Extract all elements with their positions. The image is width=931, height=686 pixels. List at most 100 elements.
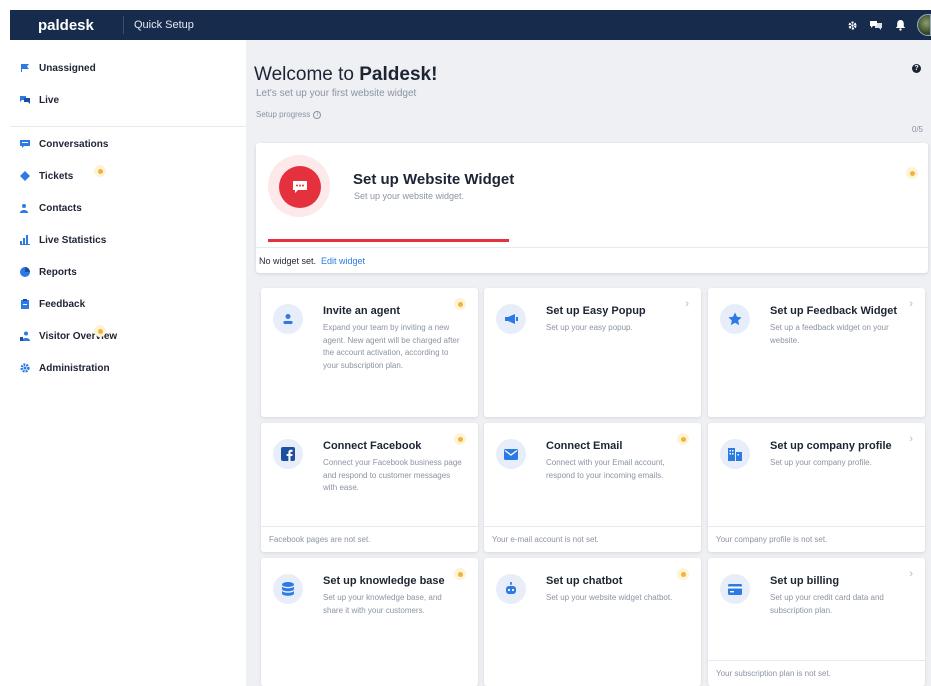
pie-chart-icon bbox=[20, 267, 30, 277]
connect-email-card[interactable]: Connect Email Connect with your Email ac… bbox=[484, 423, 701, 552]
top-bar: paldesk Quick Setup bbox=[10, 10, 931, 40]
card-title: Invite an agent bbox=[323, 305, 401, 317]
notification-badge bbox=[677, 568, 689, 580]
gear-icon[interactable] bbox=[845, 18, 859, 32]
sidebar-item-administration[interactable]: Administration bbox=[20, 358, 110, 378]
quick-setup-tab[interactable]: Quick Setup bbox=[134, 19, 194, 31]
sidebar-item-conversations[interactable]: Conversations bbox=[20, 134, 108, 154]
chevron-right-icon[interactable]: › bbox=[909, 568, 913, 580]
card-footer: Your e-mail account is not set. bbox=[484, 526, 701, 552]
bell-icon[interactable] bbox=[893, 18, 907, 32]
card-description: Set up your knowledge base, and share it… bbox=[323, 593, 442, 615]
card-description: Set up a feedback widget on your website… bbox=[770, 323, 889, 345]
star-icon bbox=[720, 304, 750, 334]
website-widget-card[interactable]: Set up Website Widget Set up your websit… bbox=[256, 143, 928, 273]
bar-chart-icon bbox=[20, 235, 30, 245]
hero-title: Set up Website Widget bbox=[353, 171, 515, 188]
database-icon bbox=[273, 574, 303, 604]
card-description: Set up your credit card data and subscri… bbox=[770, 593, 884, 615]
chevron-right-icon[interactable]: › bbox=[909, 433, 913, 445]
sidebar-item-feedback[interactable]: Feedback bbox=[20, 294, 85, 314]
sidebar-item-label: Tickets bbox=[39, 170, 74, 182]
help-icon[interactable]: ? bbox=[912, 64, 921, 73]
card-title: Set up company profile bbox=[770, 440, 892, 452]
sidebar-item-unassigned[interactable]: Unassigned bbox=[20, 58, 96, 78]
facebook-icon bbox=[273, 439, 303, 469]
notification-badge bbox=[94, 165, 106, 177]
sidebar-item-live-statistics[interactable]: Live Statistics bbox=[20, 230, 106, 250]
chevron-right-icon[interactable]: › bbox=[685, 298, 689, 310]
top-icons bbox=[845, 10, 931, 40]
card-description: Set up your website widget chatbot. bbox=[546, 593, 673, 602]
card-title: Set up billing bbox=[770, 575, 840, 587]
flag-icon bbox=[20, 63, 30, 73]
envelope-icon bbox=[496, 439, 526, 469]
sidebar-item-label: Administration bbox=[39, 362, 110, 374]
sidebar-item-contacts[interactable]: Contacts bbox=[20, 198, 82, 218]
card-title: Set up Easy Popup bbox=[546, 305, 646, 317]
sidebar-item-label: Live Statistics bbox=[39, 234, 107, 246]
user-icon bbox=[273, 304, 303, 334]
invite-agent-card[interactable]: Invite an agent Expand your team by invi… bbox=[261, 288, 478, 417]
sidebar: Unassigned Live Conversations Tickets Co… bbox=[10, 40, 246, 686]
edit-widget-link[interactable]: Edit widget bbox=[321, 256, 365, 266]
progress-label: Setup progress i bbox=[256, 110, 322, 119]
card-title: Set up knowledge base bbox=[323, 575, 445, 587]
card-description: Connect your Facebook business page and … bbox=[323, 458, 462, 492]
main-content: Welcome to Paldesk! ? Let's set up your … bbox=[246, 40, 931, 686]
card-description: Connect with your Email account, respond… bbox=[546, 458, 665, 480]
sidebar-divider bbox=[10, 126, 246, 127]
sidebar-item-label: Live bbox=[39, 94, 60, 106]
sidebar-item-label: Feedback bbox=[39, 298, 86, 310]
notification-badge bbox=[94, 325, 106, 337]
sidebar-item-tickets[interactable]: Tickets bbox=[20, 166, 73, 186]
knowledge-base-card[interactable]: Set up knowledge base Set up your knowle… bbox=[261, 558, 478, 686]
sidebar-item-label: Unassigned bbox=[39, 62, 96, 74]
sidebar-item-label: Reports bbox=[39, 266, 77, 278]
notification-badge bbox=[454, 568, 466, 580]
easy-popup-card[interactable]: Set up Easy Popup Set up your easy popup… bbox=[484, 288, 701, 417]
welcome-prefix: Welcome to bbox=[254, 64, 360, 85]
chat-icon[interactable] bbox=[869, 18, 883, 32]
billing-card[interactable]: Set up billing Set up your credit card d… bbox=[708, 558, 925, 686]
chat-icon bbox=[279, 166, 321, 208]
widget-status: No widget set. bbox=[259, 255, 317, 266]
notification-badge bbox=[677, 433, 689, 445]
brand-logo[interactable]: paldesk bbox=[38, 17, 123, 34]
clipboard-icon bbox=[20, 299, 30, 309]
chat-bubbles-icon bbox=[20, 95, 30, 105]
notification-badge bbox=[454, 298, 466, 310]
contacts-icon bbox=[20, 203, 30, 213]
company-profile-card[interactable]: Set up company profile Set up your compa… bbox=[708, 423, 925, 552]
megaphone-icon bbox=[496, 304, 526, 334]
card-description: Expand your team by inviting a new agent… bbox=[323, 323, 460, 370]
progress-label-text: Setup progress bbox=[256, 110, 311, 119]
building-icon bbox=[720, 439, 750, 469]
card-title: Set up Feedback Widget bbox=[770, 305, 898, 317]
feedback-widget-card[interactable]: Set up Feedback Widget Set up a feedback… bbox=[708, 288, 925, 417]
ticket-icon bbox=[20, 171, 30, 181]
notification-badge bbox=[454, 433, 466, 445]
visitors-icon bbox=[20, 331, 30, 341]
progress-count: 0/5 bbox=[911, 125, 923, 134]
sidebar-item-label: Contacts bbox=[39, 202, 82, 214]
card-footer: Your company profile is not set. bbox=[708, 526, 925, 552]
card-title: Connect Email bbox=[546, 440, 623, 452]
page-title: Welcome to Paldesk! bbox=[254, 64, 437, 86]
message-icon bbox=[20, 139, 30, 149]
page-subtitle: Let's set up your first website widget bbox=[256, 88, 417, 99]
sidebar-item-label: Conversations bbox=[39, 138, 109, 150]
connect-facebook-card[interactable]: Connect Facebook Connect your Facebook b… bbox=[261, 423, 478, 552]
chevron-right-icon[interactable]: › bbox=[909, 298, 913, 310]
hero-footer: No widget set. Edit widget bbox=[256, 247, 928, 273]
hero-subtitle: Set up your website widget. bbox=[354, 191, 465, 201]
info-icon[interactable]: i bbox=[313, 110, 322, 119]
avatar[interactable] bbox=[917, 14, 931, 36]
sidebar-item-live[interactable]: Live bbox=[20, 90, 59, 110]
notification-badge bbox=[906, 167, 918, 179]
sidebar-item-reports[interactable]: Reports bbox=[20, 262, 77, 282]
card-footer: Your subscription plan is not set. bbox=[708, 660, 925, 686]
top-divider bbox=[123, 16, 124, 34]
chatbot-card[interactable]: Set up chatbot Set up your website widge… bbox=[484, 558, 701, 686]
card-description: Set up your company profile. bbox=[770, 458, 872, 467]
